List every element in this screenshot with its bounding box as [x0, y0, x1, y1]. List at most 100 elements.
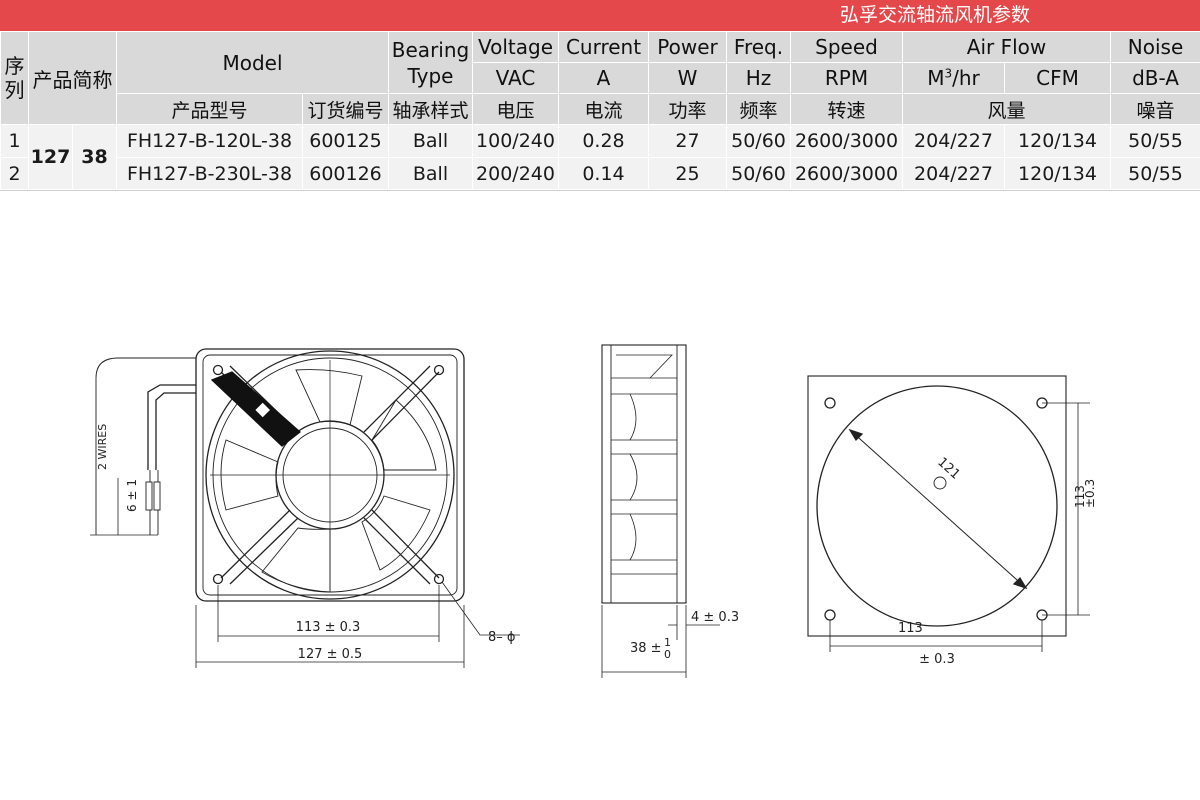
blade [295, 369, 363, 426]
header-model: Model [116, 31, 389, 94]
zh-airflow: 风量 [901, 93, 1112, 125]
unit-freq: Hz [726, 62, 791, 94]
unit-airflow-cfm: CFM [1003, 62, 1112, 94]
label-hole: 8– ϕ [488, 630, 515, 645]
row-power: 25 [648, 157, 727, 190]
unit-power: W [648, 62, 727, 94]
zh-order: 订货编号 [302, 93, 389, 125]
row-voltage: 200/240 [472, 157, 559, 190]
wire-end-1 [145, 481, 153, 511]
zh-power: 功率 [648, 93, 727, 125]
back-hole-tl [824, 397, 836, 409]
header-power: Power [648, 31, 727, 63]
row-cfm: 120/134 [1003, 124, 1112, 158]
header-seq-text: 序列 [4, 54, 25, 102]
strut-bl [220, 509, 299, 585]
zh-noise: 噪音 [1110, 93, 1200, 125]
fan-dimension-drawing: 2 WIRES 6 ± 1 113 ± 0.3 127 ± 0.5 8– ϕ 4… [90, 344, 1097, 678]
row-noise: 50/55 [1110, 157, 1200, 190]
header-noise: Noise [1110, 31, 1200, 63]
row-power: 27 [648, 124, 727, 158]
header-seq: 序列 [0, 31, 29, 125]
row-m3: 204/227 [902, 157, 1005, 190]
row-seq: 1 [0, 124, 29, 158]
row-current: 0.28 [558, 124, 649, 158]
unit-airflow-m3: M3/hr [902, 62, 1005, 94]
label-lead-tol: 6 ± 1 [125, 479, 139, 512]
hole-leader [441, 581, 520, 636]
label-thick-b: 38 ± [630, 641, 662, 656]
header-freq: Freq. [726, 31, 791, 63]
label-circle-dia: 121 [934, 455, 962, 483]
label-thick-a: 4 ± 0.3 [691, 610, 739, 625]
strut-br [363, 509, 440, 585]
product-size: 127 [28, 124, 73, 190]
back-hole-bl [824, 609, 836, 621]
zh-voltage: 电压 [472, 93, 559, 125]
banner-title: 弘孚交流轴流风机参数 [839, 4, 1030, 26]
lead-dim [90, 478, 158, 536]
hole-bl [212, 573, 224, 585]
row-freq: 50/60 [726, 157, 791, 190]
blade [261, 527, 331, 593]
side-ribs [611, 377, 677, 575]
zh-model: 产品型号 [116, 93, 303, 125]
label-outer-size: 127 ± 0.5 [298, 647, 363, 662]
strut-tr [363, 365, 440, 441]
unit-speed: RPM [790, 62, 903, 94]
row-order: 600126 [302, 157, 389, 190]
row-model: FH127-B-230L-38 [116, 157, 303, 190]
unit-current: A [558, 62, 649, 94]
row-noise: 50/55 [1110, 124, 1200, 158]
header-speed: Speed [790, 31, 903, 63]
row-cfm: 120/134 [1003, 157, 1112, 190]
label-back-h-tol: ± 0.3 [919, 652, 955, 667]
back-venturi [816, 385, 1058, 627]
row-current: 0.14 [558, 157, 649, 190]
label-wires: 2 WIRES [96, 424, 109, 470]
unit-m3-base: M [927, 66, 945, 90]
header-airflow: Air Flow [901, 31, 1112, 63]
header-current: Current [558, 31, 649, 63]
row-bearing: Ball [388, 124, 473, 158]
unit-m3-rest: /hr [952, 66, 980, 90]
header-voltage: Voltage [472, 31, 559, 63]
zh-bearing: 轴承样式 [388, 93, 473, 125]
label-back-h-num: 113 [898, 621, 923, 636]
table-row: 1 127 38 FH127-B-120L-38 600125 Ball 100… [0, 124, 1200, 190]
product-thickness: 38 [72, 124, 117, 190]
unit-noise: dB-A [1110, 62, 1200, 94]
row-freq: 50/60 [726, 124, 791, 158]
diameter-line [849, 429, 1027, 589]
unit-voltage: VAC [472, 62, 559, 94]
zh-speed: 转速 [790, 93, 903, 125]
label-back-v-tol: ±0.3 [1083, 479, 1097, 508]
unit-m3-sup: 3 [944, 66, 953, 81]
back-frame [807, 375, 1067, 637]
header-bearing: Bearing Type [388, 31, 473, 94]
row-speed: 2600/3000 [790, 157, 903, 190]
zh-current: 电流 [558, 93, 649, 125]
wire-leads [147, 384, 196, 470]
header-abbr: 产品简称 [28, 31, 117, 125]
label-hole-pitch: 113 ± 0.3 [296, 620, 361, 635]
table-row: 2 FH127-B-230L-38 600126 Ball 200/240 0.… [0, 157, 1200, 190]
row-model: FH127-B-120L-38 [116, 124, 303, 158]
label-thick-b-down: 0 [664, 648, 671, 661]
row-bearing: Ball [388, 157, 473, 190]
side-blades [616, 354, 673, 561]
diameter-symbol [933, 476, 947, 490]
spec-table: 序列 产品简称 Model Bearing Type Voltage Curre… [0, 31, 1200, 190]
side-frame [601, 344, 687, 604]
hole-tl [212, 364, 224, 376]
title-banner: 弘孚交流轴流风机参数 [0, 0, 1200, 31]
header-bearing-text: Bearing Type [391, 37, 470, 88]
row-m3: 204/227 [902, 124, 1005, 158]
row-voltage: 100/240 [472, 124, 559, 158]
hole-tr [433, 364, 445, 376]
wire-end-2 [153, 481, 161, 511]
zh-freq: 频率 [726, 93, 791, 125]
row-seq: 2 [0, 157, 29, 190]
row-speed: 2600/3000 [790, 124, 903, 158]
blade [371, 399, 437, 471]
